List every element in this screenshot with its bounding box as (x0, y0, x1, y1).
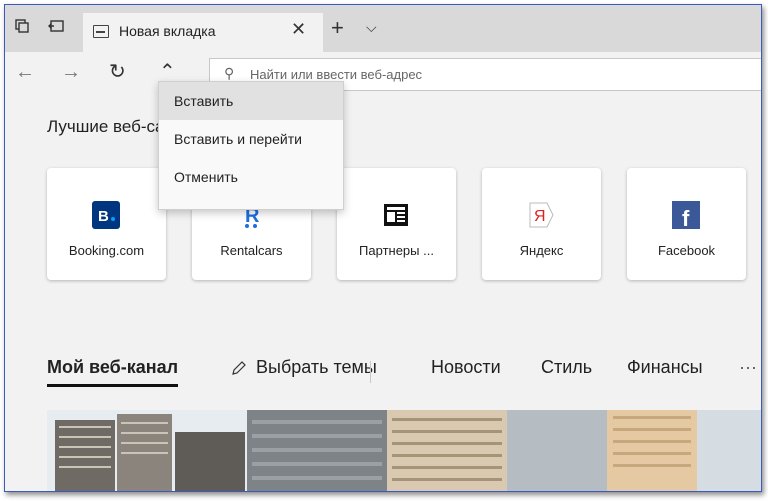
browser-window: Новая вкладка ✕ + ⌵ ← → ↻ ⌃ ⚲ Найти или … (4, 4, 762, 492)
booking-icon: B (92, 201, 120, 229)
close-icon[interactable]: ✕ (291, 19, 306, 40)
menu-item-paste-and-go[interactable]: Вставить и перейти (159, 120, 343, 158)
tile-label: Яндекс (519, 243, 564, 258)
search-icon: ⚲ (224, 65, 235, 81)
tab-news[interactable]: Новости (431, 357, 501, 378)
tile-label: Rentalcars (220, 243, 283, 258)
tab-aside-icon[interactable] (47, 19, 65, 37)
tab-my-feed[interactable]: Мой веб-канал (47, 357, 179, 387)
svg-text:B: B (98, 208, 109, 225)
tab-finance[interactable]: Финансы (627, 357, 703, 378)
tab-actions-icon[interactable] (13, 19, 31, 37)
tile-label: Facebook (657, 243, 716, 258)
feed-divider (370, 361, 371, 383)
menu-item-undo[interactable]: Отменить (159, 158, 343, 196)
tab-bar: Новая вкладка ✕ + ⌵ (5, 5, 761, 52)
pencil-icon (231, 357, 247, 381)
tile-booking[interactable]: B Booking.com (47, 168, 166, 280)
svg-text:f: f (682, 206, 690, 229)
chevron-up-icon[interactable]: ⌃ (159, 62, 176, 82)
back-icon[interactable]: ← (15, 62, 35, 82)
choose-topics-link[interactable]: Выбрать темы (256, 357, 377, 378)
chevron-down-icon[interactable]: ⌵ (366, 19, 377, 36)
more-icon[interactable]: ··· (739, 357, 757, 378)
address-placeholder: Найти или ввести веб-адрес (250, 67, 423, 82)
tab-new-tab[interactable]: Новая вкладка ✕ (83, 13, 323, 52)
tile-label: Партнеры ... (359, 243, 434, 258)
tile-partners[interactable]: Партнеры ... (337, 168, 456, 280)
context-menu: Вставить Вставить и перейти Отменить (158, 81, 344, 210)
yandex-icon: Я (527, 201, 555, 229)
menu-item-paste[interactable]: Вставить (159, 82, 343, 120)
refresh-icon[interactable]: ↻ (109, 62, 126, 82)
tile-facebook[interactable]: f Facebook (627, 168, 746, 280)
tab-style[interactable]: Стиль (541, 357, 592, 378)
new-tab-page-icon (93, 25, 109, 38)
svg-text:Я: Я (534, 208, 546, 225)
navigation-bar: ← → ↻ ⌃ ⚲ Найти или ввести веб-адрес (5, 52, 761, 96)
feed-article-image[interactable] (47, 410, 761, 491)
forward-icon[interactable]: → (61, 62, 81, 82)
new-tab-button[interactable]: + (331, 17, 344, 39)
facebook-icon: f (672, 201, 700, 231)
tile-yandex[interactable]: Я Яндекс (482, 168, 601, 280)
tile-label: Booking.com (68, 243, 145, 258)
tab-title: Новая вкладка (119, 23, 216, 39)
news-icon (382, 201, 410, 229)
